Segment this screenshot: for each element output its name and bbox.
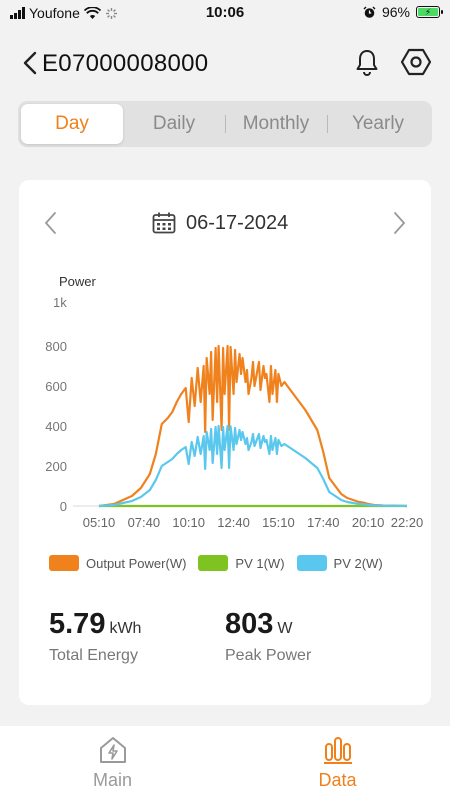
- chart-y-unit: 1k: [53, 295, 67, 310]
- legend-swatch: [296, 555, 327, 571]
- y-tick-label: 0: [60, 499, 67, 514]
- x-tick-label: 05:10: [83, 515, 116, 530]
- peak-power-label: Peak Power: [225, 647, 312, 664]
- chevron-right-icon[interactable]: [391, 210, 407, 236]
- calendar-icon: [152, 212, 176, 234]
- status-bar: Youfone 10:06 96% ⚡: [0, 0, 450, 26]
- device-title: E07000008000: [42, 50, 209, 77]
- series-line-0: [98, 344, 408, 508]
- y-tick-label: 600: [45, 379, 67, 394]
- tab-day[interactable]: Day: [21, 104, 123, 144]
- tab-data-label: Data: [318, 770, 357, 790]
- date-label[interactable]: 06-17-2024: [186, 212, 288, 235]
- bottom-tabbar: Main Data: [0, 726, 450, 800]
- x-tick-label: 07:40: [128, 515, 161, 530]
- alarm-icon: [363, 6, 376, 18]
- y-tick-label: 200: [45, 459, 67, 474]
- battery-percent: 96%: [381, 4, 410, 20]
- header: E07000008000: [0, 40, 450, 88]
- tab-data[interactable]: Data: [225, 726, 450, 800]
- total-energy-value: 5.79: [49, 608, 106, 640]
- x-tick-label: 12:40: [217, 515, 250, 530]
- total-energy-stat: 5.79 kWh Total Energy: [49, 608, 141, 665]
- legend-item[interactable]: PV 1(W): [198, 555, 285, 571]
- tab-monthly[interactable]: Monthly: [225, 104, 327, 144]
- x-tick-label: 22:20: [391, 515, 424, 530]
- x-tick-label: 10:10: [172, 515, 205, 530]
- y-tick-label: 400: [45, 419, 67, 434]
- x-tick-label: 15:10: [262, 515, 295, 530]
- legend-label: PV 2(W): [333, 555, 383, 571]
- legend-item[interactable]: PV 2(W): [296, 555, 383, 571]
- tab-daily[interactable]: Daily: [123, 104, 225, 144]
- status-right: 96% ⚡: [363, 4, 443, 20]
- bell-icon[interactable]: [352, 47, 382, 77]
- x-tick-label: 20:10: [352, 515, 385, 530]
- peak-power-stat: 803 W Peak Power: [225, 608, 311, 665]
- power-chart: Power 1k 0 200 400 600 800 05:10 07:40 10:10 12…: [45, 274, 424, 530]
- chart-card: 06-17-2024 Power 1k 0 200 400 600 800 05:10 0…: [19, 180, 431, 705]
- legend-label: PV 1(W): [235, 555, 285, 571]
- period-tabs: Day Daily Monthly Yearly: [18, 101, 432, 147]
- peak-power-value: 803: [225, 608, 274, 640]
- chevron-left-icon[interactable]: [43, 210, 59, 236]
- tab-yearly[interactable]: Yearly: [327, 104, 429, 144]
- x-tick-label: 17:40: [307, 515, 340, 530]
- back-icon[interactable]: [20, 50, 42, 76]
- battery-charging-icon: ⚡: [416, 6, 443, 18]
- home-bolt-icon: [99, 737, 126, 763]
- legend-item[interactable]: Output Power(W): [49, 555, 186, 571]
- chart-ylabel: Power: [59, 274, 97, 289]
- legend-swatch: [49, 555, 79, 571]
- y-tick-label: 800: [45, 339, 67, 354]
- tab-main[interactable]: Main: [0, 726, 225, 800]
- series-line-2: [98, 424, 408, 508]
- tab-main-label: Main: [92, 770, 132, 790]
- legend-label: Output Power(W): [86, 555, 187, 571]
- bar-chart-icon: [323, 737, 352, 764]
- peak-power-unit: W: [277, 620, 293, 637]
- legend-swatch: [198, 555, 229, 571]
- total-energy-label: Total Energy: [49, 647, 138, 664]
- settings-icon[interactable]: [400, 46, 432, 78]
- total-energy-unit: kWh: [109, 620, 142, 637]
- chart-legend: Output Power(W) PV 1(W) PV 2(W): [49, 555, 383, 571]
